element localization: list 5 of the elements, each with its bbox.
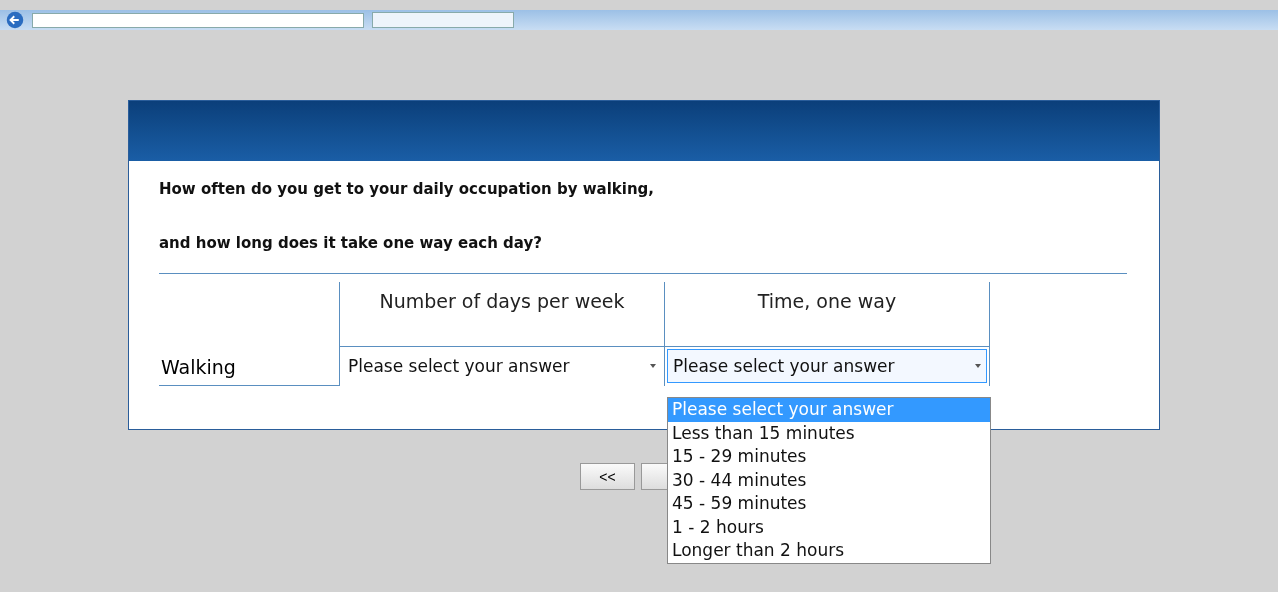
column-header: Time, one way (664, 282, 990, 346)
column-header: Number of days per week (339, 282, 665, 346)
question-text: How often do you get to your daily occupation by walking, (159, 179, 656, 200)
row-label: Walking (159, 346, 339, 386)
question-text: and how long does it take one way each day? (159, 233, 543, 254)
